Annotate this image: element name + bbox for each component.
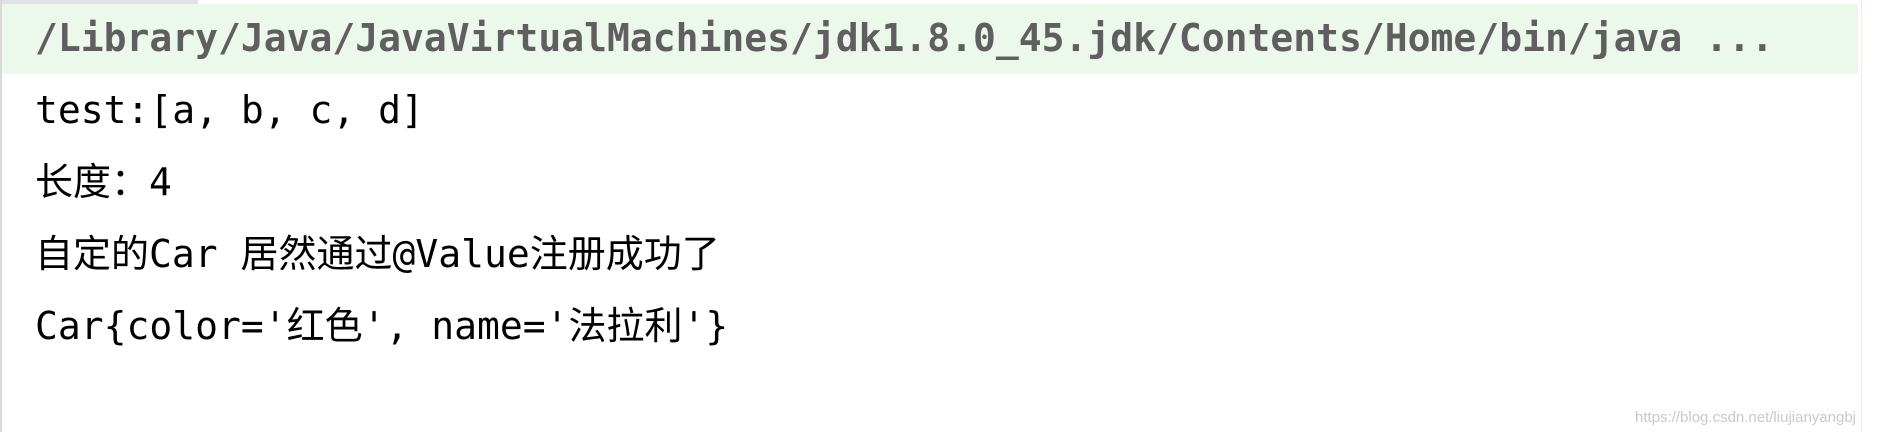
output-line: Car{color='红色', name='法拉利'} — [35, 304, 729, 348]
console-right-border — [1861, 0, 1862, 432]
output-line: test:[a, b, c, d] — [35, 88, 424, 132]
watermark-text: https://blog.csdn.net/liujianyangbj — [1635, 409, 1856, 426]
output-line: 长度：4 — [35, 160, 172, 204]
output-line: 自定的Car 居然通过@Value注册成功了 — [35, 232, 720, 276]
run-console: /Library/Java/JavaVirtualMachines/jdk1.8… — [0, 0, 1888, 432]
command-line-text[interactable]: /Library/Java/JavaVirtualMachines/jdk1.8… — [35, 16, 1774, 60]
